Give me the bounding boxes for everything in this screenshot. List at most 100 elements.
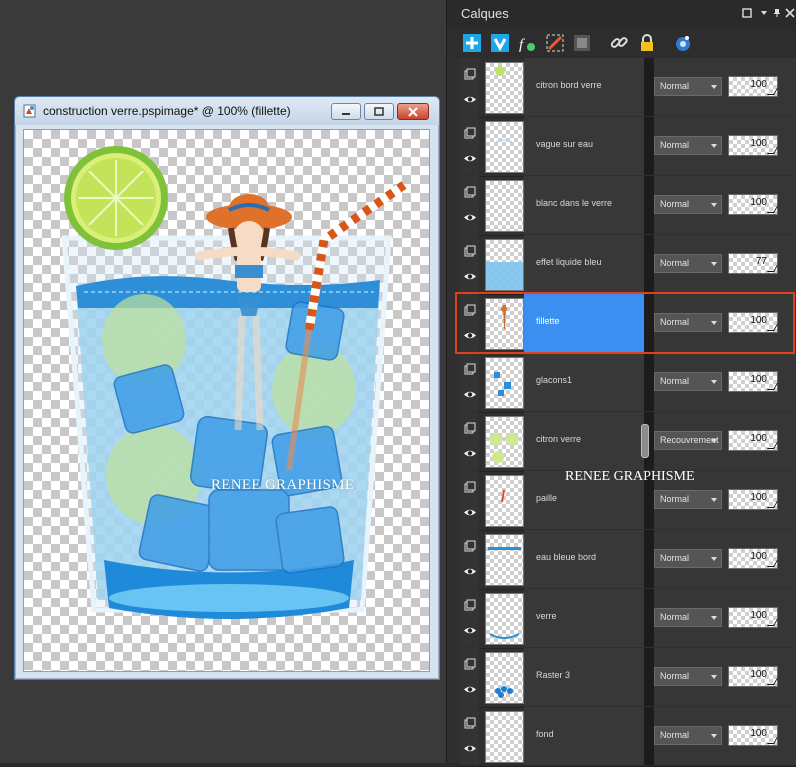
layer-row[interactable]: fond Normal 100 bbox=[460, 707, 796, 767]
maximize-button[interactable] bbox=[364, 103, 394, 120]
panel-menu-icon[interactable] bbox=[759, 8, 769, 18]
image-canvas[interactable]: RENEE GRAPHISME bbox=[23, 129, 430, 672]
eye-icon[interactable] bbox=[463, 567, 477, 576]
layer-group-icon[interactable] bbox=[464, 540, 476, 552]
opacity-field[interactable]: 77 bbox=[728, 253, 779, 274]
blend-mode-dropdown[interactable]: Normal bbox=[654, 195, 722, 214]
opacity-field[interactable]: 100 bbox=[728, 76, 779, 97]
layer-controls-strip bbox=[460, 648, 479, 706]
eye-icon[interactable] bbox=[463, 508, 477, 517]
layer-divider bbox=[644, 176, 654, 234]
layer-row[interactable]: fillette Normal 100 bbox=[460, 294, 796, 354]
blend-mode-dropdown[interactable]: Normal bbox=[654, 136, 722, 155]
opacity-field[interactable]: 100 bbox=[728, 194, 779, 215]
new-raster-layer-icon[interactable] bbox=[461, 32, 483, 54]
layer-row[interactable]: blanc dans le verre Normal 100 bbox=[460, 176, 796, 236]
eye-icon[interactable] bbox=[463, 213, 477, 222]
blend-mode-dropdown[interactable]: Normal bbox=[654, 313, 722, 332]
edit-selection-icon[interactable] bbox=[544, 32, 566, 54]
layer-thumbnail bbox=[485, 416, 524, 468]
layer-group-icon[interactable] bbox=[464, 481, 476, 493]
layer-group-icon[interactable] bbox=[464, 599, 476, 611]
layer-name-area[interactable]: fond bbox=[524, 707, 644, 765]
blend-mode-dropdown[interactable]: Recouvrement bbox=[654, 431, 722, 450]
eye-icon[interactable] bbox=[463, 626, 477, 635]
blend-mode-dropdown[interactable]: Normal bbox=[654, 549, 722, 568]
document-window[interactable]: construction verre.pspimage* @ 100% (fil… bbox=[14, 96, 440, 680]
opacity-value: 100 bbox=[750, 79, 767, 90]
layer-name-area[interactable]: eau bleue bord bbox=[524, 530, 644, 588]
svg-text:f: f bbox=[519, 37, 525, 53]
layer-group-icon[interactable] bbox=[464, 717, 476, 729]
layer-name-area[interactable]: blanc dans le verre bbox=[524, 176, 644, 234]
minimize-button[interactable] bbox=[331, 103, 361, 120]
layer-row[interactable]: verre Normal 100 bbox=[460, 589, 796, 649]
layer-name-area[interactable]: effet liquide bleu bbox=[524, 235, 644, 293]
layer-row[interactable]: Raster 3 Normal 100 bbox=[460, 648, 796, 708]
panel-splitter-handle[interactable] bbox=[641, 424, 649, 458]
opacity-field[interactable]: 100 bbox=[728, 312, 779, 333]
opacity-field[interactable]: 100 bbox=[728, 430, 779, 451]
eye-icon[interactable] bbox=[463, 390, 477, 399]
opacity-field[interactable]: 100 bbox=[728, 489, 779, 510]
layer-row[interactable]: citron bord verre Normal 100 bbox=[460, 58, 796, 118]
layer-name-area[interactable]: citron bord verre bbox=[524, 58, 644, 116]
opacity-field[interactable]: 100 bbox=[728, 607, 779, 628]
lock-icon[interactable] bbox=[636, 32, 658, 54]
layer-effects-icon[interactable]: f bbox=[516, 32, 538, 54]
opacity-field[interactable]: 100 bbox=[728, 666, 779, 687]
layer-group-icon[interactable] bbox=[464, 127, 476, 139]
eye-icon[interactable] bbox=[463, 449, 477, 458]
eye-icon[interactable] bbox=[463, 685, 477, 694]
layer-name-area[interactable]: Raster 3 bbox=[524, 648, 644, 706]
eye-icon[interactable] bbox=[463, 744, 477, 753]
panel-pin-icon[interactable] bbox=[772, 8, 782, 18]
blend-mode-dropdown[interactable]: Normal bbox=[654, 726, 722, 745]
layer-name-area[interactable]: verre bbox=[524, 589, 644, 647]
blend-mode-value: Recouvrement bbox=[660, 435, 719, 445]
layer-row[interactable]: citron verre Recouvrement 100 bbox=[460, 412, 796, 472]
layer-group-icon[interactable] bbox=[464, 658, 476, 670]
eye-icon[interactable] bbox=[463, 272, 477, 281]
layer-visibility-toggle-icon[interactable] bbox=[672, 32, 694, 54]
blend-mode-dropdown[interactable]: Normal bbox=[654, 667, 722, 686]
chevron-down-icon bbox=[711, 498, 717, 502]
layer-row[interactable]: effet liquide bleu Normal 77 bbox=[460, 235, 796, 295]
layer-name-area[interactable]: citron verre bbox=[524, 412, 644, 470]
layer-row[interactable]: vague sur eau Normal 100 bbox=[460, 117, 796, 177]
new-vector-layer-icon[interactable] bbox=[489, 32, 511, 54]
blend-mode-dropdown[interactable]: Normal bbox=[654, 77, 722, 96]
eye-icon[interactable] bbox=[463, 331, 477, 340]
blend-mode-dropdown[interactable]: Normal bbox=[654, 372, 722, 391]
panel-close-icon[interactable] bbox=[785, 8, 795, 18]
layer-group-icon[interactable] bbox=[464, 363, 476, 375]
blend-mode-dropdown[interactable]: Normal bbox=[654, 490, 722, 509]
opacity-slider-grip-icon bbox=[766, 265, 779, 272]
link-icon[interactable] bbox=[608, 32, 630, 54]
opacity-field[interactable]: 100 bbox=[728, 725, 779, 746]
layer-controls-strip bbox=[460, 176, 479, 234]
layer-group-icon[interactable] bbox=[464, 245, 476, 257]
opacity-field[interactable]: 100 bbox=[728, 135, 779, 156]
layer-group-icon[interactable] bbox=[464, 186, 476, 198]
layer-name-area[interactable]: vague sur eau bbox=[524, 117, 644, 175]
layer-group-icon[interactable] bbox=[464, 304, 476, 316]
eye-icon[interactable] bbox=[463, 154, 477, 163]
blend-mode-value: Normal bbox=[660, 258, 690, 268]
glass-artwork bbox=[61, 146, 407, 619]
close-button[interactable] bbox=[397, 103, 429, 120]
layer-row[interactable]: eau bleue bord Normal 100 bbox=[460, 530, 796, 590]
opacity-field[interactable]: 100 bbox=[728, 548, 779, 569]
layer-group-icon[interactable] bbox=[464, 68, 476, 80]
layer-name-area[interactable]: glacons1 bbox=[524, 353, 644, 411]
blend-mode-dropdown[interactable]: Normal bbox=[654, 254, 722, 273]
layer-row[interactable]: glacons1 Normal 100 bbox=[460, 353, 796, 413]
document-titlebar[interactable]: construction verre.pspimage* @ 100% (fil… bbox=[15, 97, 439, 125]
layer-group-icon[interactable] bbox=[464, 422, 476, 434]
panel-maximize-icon[interactable] bbox=[742, 8, 752, 18]
layer-name-area[interactable]: fillette bbox=[524, 294, 644, 352]
eye-icon[interactable] bbox=[463, 95, 477, 104]
blend-mode-dropdown[interactable]: Normal bbox=[654, 608, 722, 627]
opacity-field[interactable]: 100 bbox=[728, 371, 779, 392]
mask-icon[interactable] bbox=[571, 32, 593, 54]
